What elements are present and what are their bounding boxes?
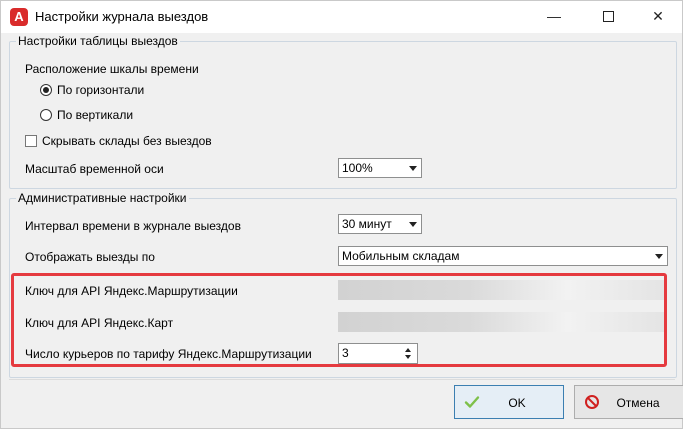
highlight-frame	[11, 273, 667, 367]
radio-vertical[interactable]	[40, 109, 52, 121]
ok-button-label: OK	[508, 396, 526, 410]
app-logo-icon: A	[10, 8, 28, 26]
display-by-value: Мобильным складам	[342, 249, 460, 263]
time-scale-select[interactable]: 100%	[338, 158, 422, 178]
window-title: Настройки журнала выездов	[35, 9, 209, 24]
hide-empty-warehouses-label[interactable]: Скрывать склады без выездов	[42, 134, 212, 148]
footer-divider	[9, 379, 675, 380]
display-by-select[interactable]: Мобильным складам	[338, 246, 668, 266]
admin-settings-title: Административные настройки	[16, 191, 189, 205]
chevron-down-icon	[409, 166, 417, 171]
hide-empty-warehouses-checkbox[interactable]	[25, 135, 37, 147]
title-bar[interactable]: A Настройки журнала выездов — ✕	[1, 1, 682, 33]
display-by-label: Отображать выезды по	[25, 250, 155, 264]
interval-value: 30 минут	[342, 217, 392, 231]
timeline-position-label: Расположение шкалы времени	[25, 62, 199, 76]
minimize-button[interactable]: —	[531, 1, 577, 31]
cancel-button[interactable]: Отмена	[574, 385, 683, 419]
maximize-icon	[602, 10, 614, 22]
radio-horizontal-label[interactable]: По горизонтали	[57, 83, 144, 97]
ok-button[interactable]: OK	[454, 385, 564, 419]
cancel-button-label: Отмена	[616, 396, 660, 410]
chevron-down-icon	[409, 222, 417, 227]
time-scale-value: 100%	[342, 161, 373, 175]
settings-dialog: A Настройки журнала выездов — ✕ Настройк…	[0, 0, 683, 429]
radio-horizontal[interactable]	[40, 84, 52, 96]
time-scale-label: Масштаб временной оси	[25, 162, 164, 176]
chevron-down-icon	[655, 254, 663, 259]
maximize-button[interactable]	[585, 1, 631, 31]
radio-vertical-label[interactable]: По вертикали	[57, 108, 133, 122]
close-button[interactable]: ✕	[635, 1, 681, 31]
interval-select[interactable]: 30 минут	[338, 214, 422, 234]
interval-label: Интервал времени в журнале выездов	[25, 219, 241, 233]
table-settings-title: Настройки таблицы выездов	[16, 34, 180, 48]
